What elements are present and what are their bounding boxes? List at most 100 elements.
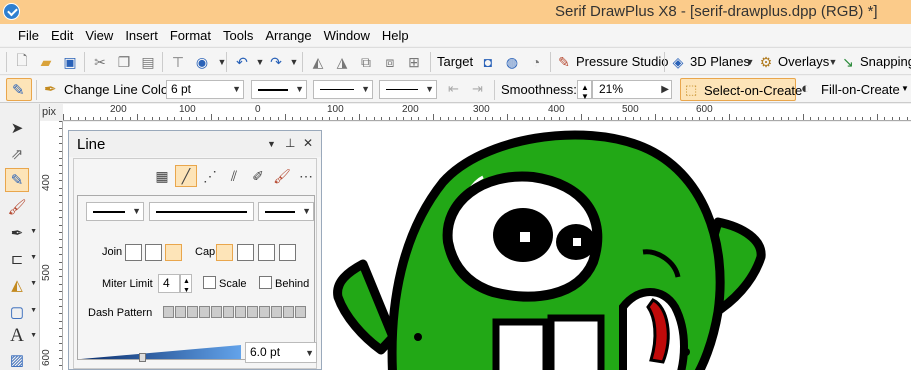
calligraphic-line-icon[interactable]: ✐ xyxy=(247,165,269,187)
node-tool-icon[interactable]: ⇗ xyxy=(5,142,29,166)
dash-pattern-cell[interactable] xyxy=(187,306,198,318)
behind-checkbox[interactable] xyxy=(259,276,272,289)
fill-on-create-button[interactable]: Fill-on-Create xyxy=(821,82,900,97)
join-bevel-icon[interactable] xyxy=(165,244,182,261)
smoothness-spinner[interactable]: ▲ ▼ xyxy=(577,80,592,101)
select-on-create-button[interactable]: ⬚ Select-on-Create xyxy=(680,78,802,101)
menu-tools[interactable]: Tools xyxy=(217,28,259,43)
arrow-start-icon[interactable]: ⇤ xyxy=(448,81,459,97)
line-style-combo[interactable]: ▼ xyxy=(251,80,307,99)
dashed-line-icon[interactable]: ⋰ xyxy=(199,165,221,187)
menu-format[interactable]: Format xyxy=(164,28,217,43)
3d-planes-icon[interactable]: ◈ xyxy=(668,52,688,72)
format-painter-icon[interactable]: ⊤ xyxy=(168,52,188,72)
pressure-studio-button[interactable]: Pressure Studio xyxy=(576,54,669,69)
image-tool-icon[interactable]: ▨ xyxy=(5,348,29,370)
save-icon[interactable]: ▣ xyxy=(60,52,80,72)
solid-line-icon[interactable]: ╱ xyxy=(175,165,197,187)
close-icon[interactable]: ✕ xyxy=(303,136,313,150)
custom-line-icon[interactable]: ⋯ xyxy=(295,165,317,187)
no-line-icon[interactable]: ▦ xyxy=(151,165,173,187)
gallery-icon[interactable]: ◉ xyxy=(192,52,212,72)
snapping-button[interactable]: Snapping xyxy=(860,54,911,69)
chevron-down-icon[interactable]: ▼ xyxy=(212,52,232,72)
join-miter-icon[interactable] xyxy=(125,244,142,261)
dash-pattern-cell[interactable] xyxy=(163,306,174,318)
connector-tool-icon[interactable]: ⊏ ▼ xyxy=(5,247,37,271)
change-line-color-button[interactable]: Change Line Color xyxy=(64,82,172,97)
cap-round-icon[interactable] xyxy=(216,244,233,261)
dash-pattern-cell[interactable] xyxy=(271,306,282,318)
new-document-icon[interactable]: 🗋 xyxy=(12,52,32,72)
arrow-end-icon[interactable]: ⇥ xyxy=(472,81,483,97)
smoothness-input[interactable]: 21% ▶ xyxy=(592,80,672,99)
miter-limit-input[interactable]: 4 xyxy=(158,274,180,293)
pin-icon[interactable]: ⊥ xyxy=(285,136,295,150)
dash-pattern-cell[interactable] xyxy=(175,306,186,318)
dash-style-combo[interactable] xyxy=(149,202,254,221)
ungroup-icon[interactable]: ⧈ xyxy=(380,52,400,72)
cap-square-icon[interactable] xyxy=(237,244,254,261)
menu-insert[interactable]: Insert xyxy=(119,28,164,43)
start-arrow-combo[interactable]: ▼ xyxy=(86,202,144,221)
menu-edit[interactable]: Edit xyxy=(45,28,79,43)
target-segment-icon[interactable]: ◔ xyxy=(526,52,546,72)
line-cap-combo[interactable]: ▼ xyxy=(379,80,437,99)
pressure-studio-icon[interactable]: ✎ xyxy=(554,52,574,72)
toolbar-overflow-icon[interactable]: ▼ xyxy=(901,84,909,93)
group-icon[interactable]: ⧉ xyxy=(356,52,376,72)
pencil-tool-icon[interactable]: ✎ xyxy=(5,168,29,192)
line-width-value-combo[interactable]: 6.0 pt ▼ xyxy=(245,342,317,363)
target-shape-icon[interactable]: ◘ xyxy=(478,52,498,72)
dash-pattern-cell[interactable] xyxy=(247,306,258,318)
copy-icon[interactable]: ❐ xyxy=(114,52,134,72)
pointer-tool-icon[interactable]: ➤ xyxy=(5,116,29,140)
end-arrow-combo[interactable]: ▼ xyxy=(258,202,314,221)
undo-icon[interactable]: ↶ xyxy=(232,52,252,72)
snapping-icon[interactable]: ↘ xyxy=(838,52,858,72)
flip-horizontal-icon[interactable]: ◭ xyxy=(308,52,328,72)
menu-file[interactable]: File xyxy=(12,28,45,43)
overlays-button[interactable]: Overlays xyxy=(778,54,829,69)
redo-icon[interactable]: ↷ xyxy=(266,52,286,72)
cap-flat-icon[interactable] xyxy=(279,244,296,261)
app-icon[interactable] xyxy=(3,3,20,20)
slider-thumb[interactable] xyxy=(139,353,146,362)
menu-window[interactable]: Window xyxy=(318,28,376,43)
brush-line-icon[interactable]: 🖌 xyxy=(271,165,293,187)
line-width-slider[interactable] xyxy=(81,343,241,362)
dash-pattern-cell[interactable] xyxy=(295,306,306,318)
ruler-unit[interactable]: pix xyxy=(40,104,63,121)
text-tool-icon[interactable]: A ▼ xyxy=(5,324,37,348)
open-folder-icon[interactable]: ▰ xyxy=(36,52,56,72)
fill-tool-icon[interactable]: ◭ ▼ xyxy=(5,273,37,297)
brush-tool-icon[interactable]: 🖌 xyxy=(5,195,29,219)
shape-tool-icon[interactable]: ▢ ▼ xyxy=(5,300,37,324)
double-line-icon[interactable]: ⫽ xyxy=(223,165,245,187)
target-circle-icon[interactable]: ◍ xyxy=(502,52,522,72)
dash-pattern-cell[interactable] xyxy=(259,306,270,318)
dash-pattern-cell[interactable] xyxy=(211,306,222,318)
cut-icon[interactable]: ✂ xyxy=(90,52,110,72)
pen-tool-icon[interactable]: ✒ ▼ xyxy=(5,221,37,245)
scale-checkbox[interactable] xyxy=(203,276,216,289)
dash-pattern-cell[interactable] xyxy=(283,306,294,318)
panel-menu-icon[interactable]: ▼ xyxy=(267,139,276,149)
flip-vertical-icon[interactable]: ◮ xyxy=(332,52,352,72)
menu-help[interactable]: Help xyxy=(376,28,415,43)
pencil-tool-active[interactable]: ✎ xyxy=(6,78,32,101)
overlays-icon[interactable]: ⚙ xyxy=(756,52,776,72)
horizontal-ruler[interactable]: 200 100 0 100 200 300 400 500 600 xyxy=(63,104,911,121)
dash-pattern-cell[interactable] xyxy=(199,306,210,318)
miter-limit-spinner[interactable]: ▲ ▼ xyxy=(180,274,192,294)
menu-arrange[interactable]: Arrange xyxy=(259,28,317,43)
dash-pattern-cell[interactable] xyxy=(235,306,246,318)
vertical-ruler[interactable]: 400 500 600 xyxy=(40,121,63,370)
line-dash-combo[interactable]: ▼ xyxy=(313,80,373,99)
join-round-icon[interactable] xyxy=(145,244,162,261)
dash-pattern-cell[interactable] xyxy=(223,306,234,318)
align-icon[interactable]: ⊞ xyxy=(404,52,424,72)
paste-icon[interactable]: ▤ xyxy=(138,52,158,72)
line-width-combo[interactable]: 6 pt ▼ xyxy=(166,80,244,99)
menu-view[interactable]: View xyxy=(79,28,119,43)
